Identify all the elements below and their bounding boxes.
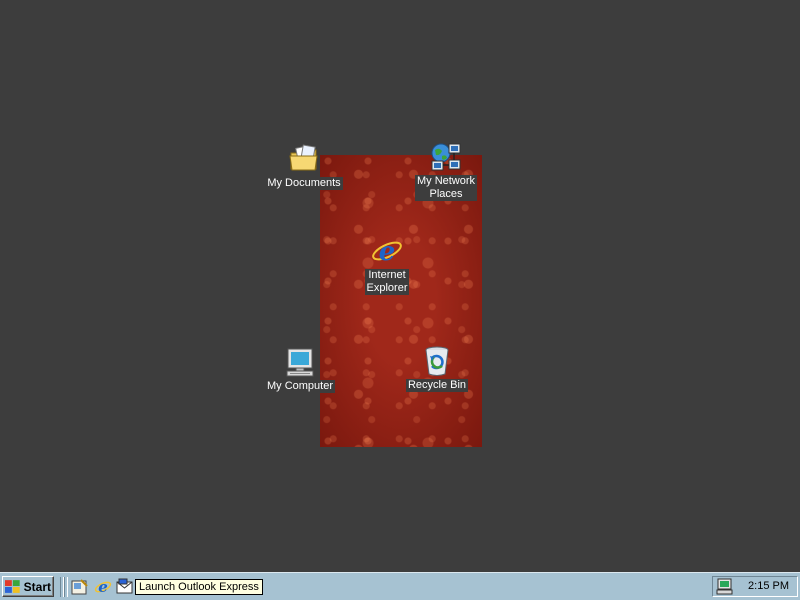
desktop-icon-my-network-places[interactable]: My Network Places <box>406 141 486 201</box>
desktop: My Documents My Network Places e Interne… <box>0 0 800 572</box>
computer-icon <box>286 348 314 377</box>
desktop-icon-label: Recycle Bin <box>405 379 469 392</box>
windows-logo-icon <box>5 579 20 593</box>
network-places-icon <box>431 143 461 171</box>
svg-text:e: e <box>379 237 396 267</box>
internet-explorer-icon[interactable]: e <box>94 578 112 596</box>
start-button[interactable]: Start <box>2 576 54 597</box>
desktop-icon-my-computer[interactable]: My Computer <box>260 346 340 393</box>
desktop-icon-internet-explorer[interactable]: e Internet Explorer <box>347 235 427 295</box>
desktop-icon-label: My Computer <box>264 380 336 393</box>
svg-text:e: e <box>98 578 108 596</box>
taskbar: Start e 2:15 PM <box>0 572 800 600</box>
desktop-icon-label: My Documents <box>265 177 343 190</box>
folder-documents-icon <box>289 144 318 171</box>
desktop-icon-my-documents[interactable]: My Documents <box>264 143 344 190</box>
taskbar-separator <box>64 577 68 597</box>
desktop-icon-label: Internet Explorer <box>364 269 410 295</box>
system-tray: 2:15 PM <box>712 576 798 597</box>
desktop-icon-recycle-bin[interactable]: Recycle Bin <box>397 345 477 392</box>
internet-explorer-icon: e <box>372 237 402 267</box>
clock[interactable]: 2:15 PM <box>748 580 789 592</box>
start-label: Start <box>23 579 51 594</box>
outlook-express-icon[interactable] <box>116 578 134 596</box>
show-desktop-icon[interactable] <box>71 578 89 596</box>
recycle-bin-icon <box>425 346 449 376</box>
display-settings-icon[interactable] <box>716 578 734 595</box>
tooltip: Launch Outlook Express <box>135 579 263 595</box>
desktop-icon-label: My Network Places <box>414 175 478 201</box>
